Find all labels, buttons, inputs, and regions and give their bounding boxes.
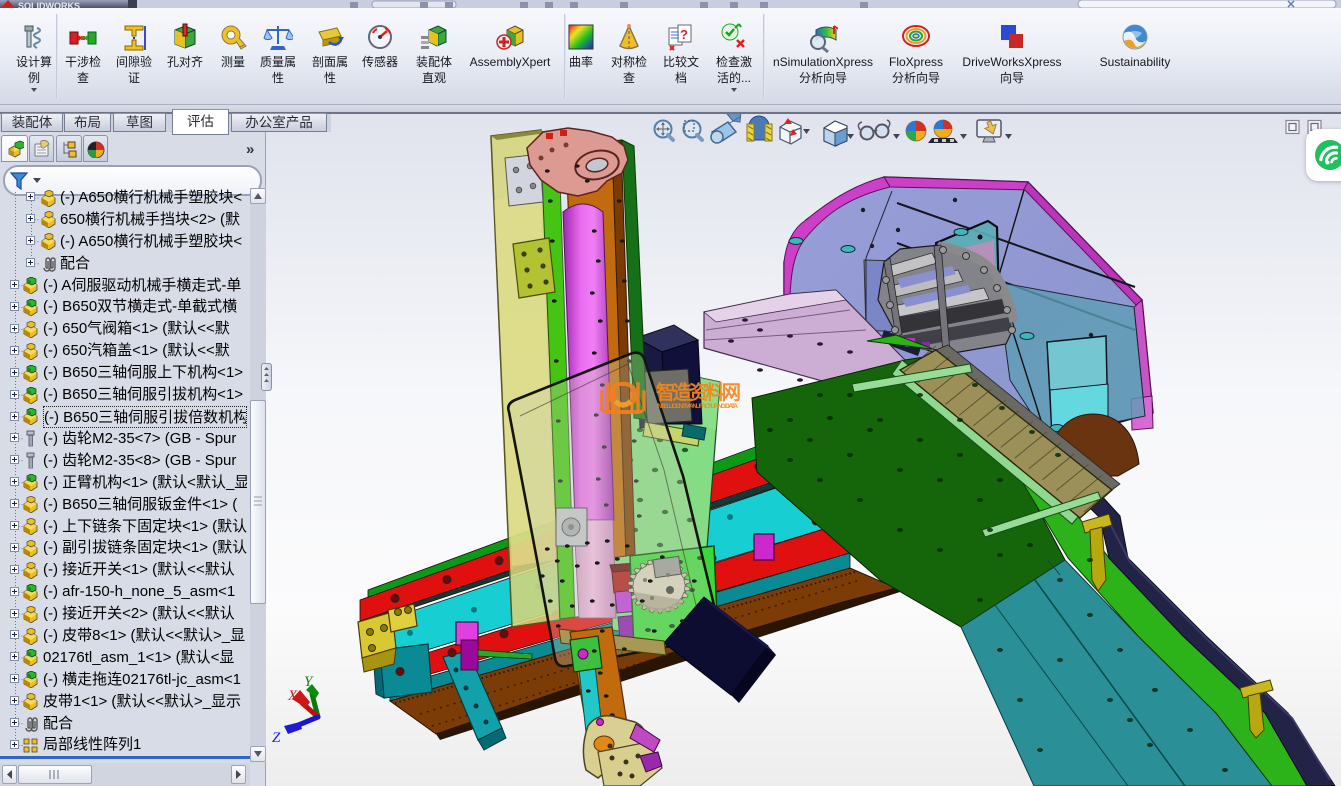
svg-text:SOLIDWORKS: SOLIDWORKS	[18, 1, 80, 8]
svg-text:INTELLIGENT MANUFACTURING DATA: INTELLIGENT MANUFACTURING DATA	[657, 403, 738, 410]
svg-text:X: X	[287, 688, 298, 704]
svg-text:智造资料网: 智造资料网	[656, 381, 741, 404]
svg-text:Z: Z	[272, 730, 281, 746]
svg-text:?: ?	[680, 27, 688, 42]
